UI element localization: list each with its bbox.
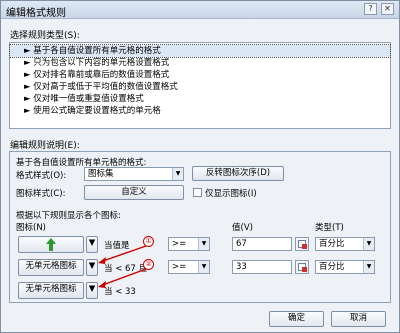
rule-description-panel: 基于各自值设置所有单元格的格式: 格式样式(O): 图标集 ▼ 反转图标次序(D… bbox=[9, 151, 391, 303]
rule-type-item[interactable]: ► 仅对唯一值或重复值设置格式 bbox=[10, 93, 390, 105]
chevron-down-icon: ▼ bbox=[198, 261, 209, 273]
ok-button[interactable]: 确定 bbox=[269, 311, 324, 327]
rule-type-item[interactable]: ► 仅对排名靠前或靠后的数值设置格式 bbox=[10, 69, 390, 81]
rule-description-label: 编辑规则说明(E): bbox=[10, 141, 80, 151]
chevron-down-icon: ▼ bbox=[172, 168, 183, 180]
icon-select-row-1[interactable] bbox=[18, 236, 84, 253]
format-style-label: 格式样式(O): bbox=[16, 171, 67, 181]
range-select-icon[interactable] bbox=[295, 237, 309, 251]
title-bar: 编辑格式规则 ? ✕ bbox=[1, 1, 399, 19]
show-icon-only-checkbox[interactable] bbox=[193, 188, 202, 197]
rule-type-item[interactable]: ► 仅对高于或低于平均值的数值设置格式 bbox=[10, 81, 390, 93]
cancel-button[interactable]: 取消 bbox=[331, 311, 386, 327]
icon-style-select[interactable]: 自定义 bbox=[84, 185, 184, 200]
icon-select-row-3[interactable]: 无单元格图标 bbox=[18, 282, 84, 299]
list-item-label: ► 只为包含以下内容的单元格设置格式 bbox=[24, 58, 170, 68]
chevron-down-icon: ▼ bbox=[198, 238, 209, 250]
type-column-header: 类型(T) bbox=[315, 223, 344, 233]
value-column-header: 值(V) bbox=[232, 223, 253, 233]
range-select-icon[interactable] bbox=[295, 260, 309, 274]
rule-type-item[interactable]: ► 基于各自值设置所有单元格的格式 bbox=[9, 44, 391, 58]
icon-select-row-2[interactable]: 无单元格图标 bbox=[18, 259, 84, 276]
icon-style-value: 自定义 bbox=[121, 187, 147, 197]
rule-type-list[interactable]: ► 基于各自值设置所有单元格的格式 ► 只为包含以下内容的单元格设置格式 ► 仅… bbox=[9, 42, 391, 129]
dialog-title: 编辑格式规则 bbox=[6, 8, 66, 19]
list-item-label: ► 仅对唯一值或重复值设置格式 bbox=[24, 94, 144, 104]
format-style-value: 图标集 bbox=[88, 169, 114, 179]
chevron-down-icon: ▼ bbox=[363, 238, 374, 250]
green-up-arrow-icon bbox=[46, 238, 56, 251]
list-item-label: ► 基于各自值设置所有单元格的格式 bbox=[24, 46, 161, 56]
rule-type-label: 选择规则类型(S): bbox=[10, 31, 80, 41]
rule-type-item[interactable]: ► 只为包含以下内容的单元格设置格式 bbox=[10, 57, 390, 69]
type-select-row-2[interactable]: 百分比 ▼ bbox=[315, 260, 375, 274]
format-style-select[interactable]: 图标集 ▼ bbox=[84, 167, 184, 181]
rule-type-item[interactable]: ► 使用公式确定要设置格式的单元格 bbox=[10, 105, 390, 117]
operator-select-row-1[interactable]: >= ▼ bbox=[168, 237, 210, 251]
red-annotation-arrows bbox=[98, 245, 147, 288]
show-icon-only-label: 仅显示图标(I) bbox=[205, 189, 257, 199]
edit-format-rule-dialog: 编辑格式规则 ? ✕ 选择规则类型(S): ► 基于各自值设置所有单元格的格式 … bbox=[0, 0, 400, 333]
type-select-row-1[interactable]: 百分比 ▼ bbox=[315, 237, 375, 251]
reverse-icon-order-button[interactable]: 反转图标次序(D) bbox=[192, 166, 284, 181]
icon-style-label: 图标样式(C): bbox=[16, 189, 66, 199]
icon-rules-header: 根据以下规则显示各个图标: bbox=[16, 211, 121, 221]
close-button[interactable]: ✕ bbox=[381, 3, 394, 15]
value-input-row-2[interactable]: 33 bbox=[232, 260, 292, 274]
list-item-label: ► 使用公式确定要设置格式的单元格 bbox=[24, 106, 161, 116]
list-item-label: ► 仅对高于或低于平均值的数值设置格式 bbox=[24, 82, 178, 92]
list-item-label: ► 仅对排名靠前或靠后的数值设置格式 bbox=[24, 70, 170, 80]
help-button[interactable]: ? bbox=[364, 3, 377, 15]
chevron-down-icon: ▼ bbox=[363, 261, 374, 273]
value-input-row-1[interactable]: 67 bbox=[232, 237, 292, 251]
icon-column-header: 图标(N) bbox=[16, 223, 46, 233]
operator-select-row-2[interactable]: >= ▼ bbox=[168, 260, 210, 274]
